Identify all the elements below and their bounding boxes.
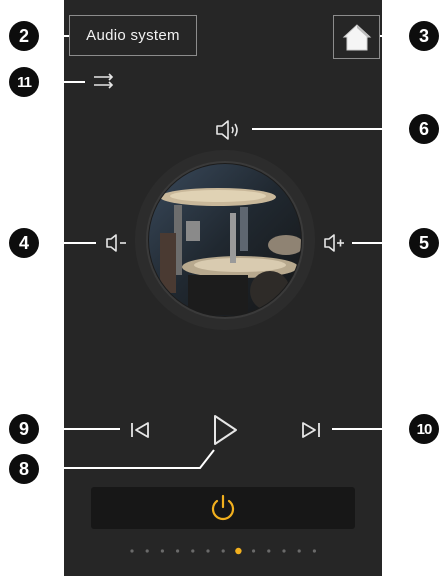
callout-2: 2: [9, 21, 39, 51]
callout-8: 8: [9, 454, 39, 484]
callout-3: 3: [409, 21, 439, 51]
callout-5: 5: [409, 228, 439, 258]
callout-9: 9: [9, 414, 39, 444]
callout-4: 4: [9, 228, 39, 258]
callout-10: 10: [409, 414, 439, 444]
callout-11: 11: [9, 67, 39, 97]
callout-leaders: [42, 35, 408, 469]
callout-6: 6: [409, 114, 439, 144]
